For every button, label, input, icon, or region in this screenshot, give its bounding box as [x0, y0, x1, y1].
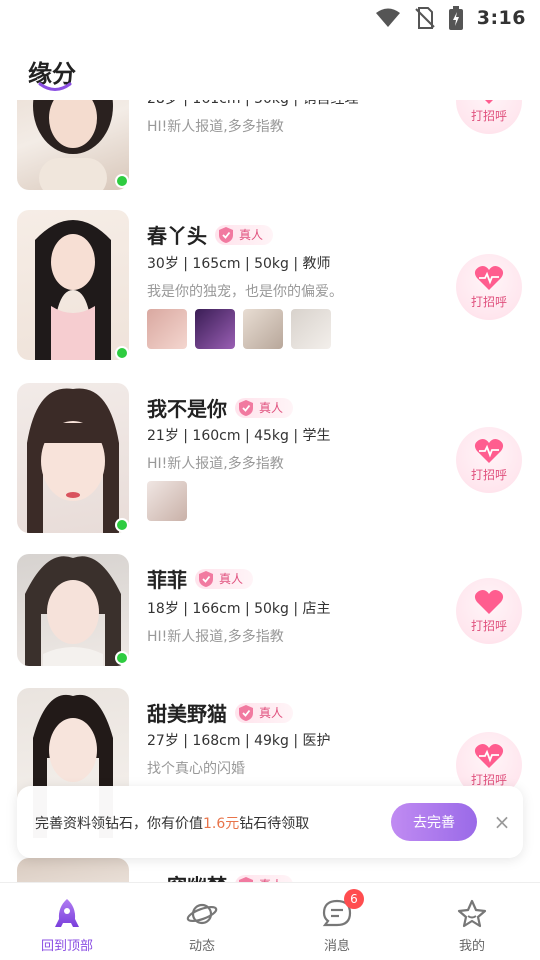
bottom-nav: 回到顶部 动态 6 消息 我的	[0, 882, 540, 960]
profile-card[interactable]: 菲菲 真人 18岁 | 166cm | 50kg | 店主 HI!新人报道,多多…	[0, 554, 540, 666]
greet-button[interactable]: 打招呼	[456, 427, 522, 493]
heartbeat-icon	[474, 265, 504, 290]
heart-icon	[474, 589, 504, 614]
unread-badge: 6	[344, 889, 364, 909]
verified-shield-icon	[239, 704, 253, 721]
profile-name: 春丫头	[147, 224, 207, 248]
avatar[interactable]	[17, 858, 129, 882]
verified-badge: 真人	[235, 702, 294, 723]
verified-badge: 真人	[235, 874, 294, 882]
online-indicator	[115, 518, 129, 532]
photo-thumbnail[interactable]	[291, 309, 331, 349]
close-icon[interactable]: ×	[491, 811, 513, 833]
planet-icon	[186, 903, 218, 925]
profile-info: 18岁 | 166cm | 50kg | 店主	[147, 601, 331, 617]
profile-info: 27岁 | 168cm | 49kg | 医护	[147, 733, 331, 749]
banner-text: 完善资料领钻石，你有价值1.6元钻石待领取	[35, 816, 310, 832]
avatar[interactable]	[17, 554, 129, 666]
profile-info: 30岁 | 165cm | 50kg | 教师	[147, 256, 331, 272]
avatar-photo	[27, 388, 119, 533]
avatar-photo	[25, 556, 121, 666]
photo-thumbnail[interactable]	[147, 309, 187, 349]
battery-icon	[448, 6, 463, 30]
verified-shield-icon	[199, 570, 213, 587]
profile-name: 菲菲	[147, 568, 187, 592]
reward-value: 1.6元	[203, 816, 240, 832]
avatar[interactable]	[17, 210, 129, 360]
profile-bio: 找个真心的闪婚	[147, 761, 245, 777]
heartbeat-icon	[474, 438, 504, 463]
verified-badge: 真人	[195, 568, 254, 589]
tab-messages[interactable]: 6 消息	[287, 889, 387, 954]
photo-thumbnails	[147, 481, 187, 521]
profile-card[interactable]: 小小 真人 28岁 | 161cm | 50kg | 销售经理 HI!新人报道,…	[0, 100, 540, 190]
profile-name: 一帘幽梦	[147, 870, 227, 882]
wifi-icon	[375, 8, 400, 27]
complete-profile-button[interactable]: 去完善	[391, 803, 477, 841]
heartbeat-icon	[485, 100, 493, 104]
status-bar: 3:16	[0, 0, 540, 38]
profile-bio: HI!新人报道,多多指教	[147, 119, 284, 135]
tab-moments[interactable]: 动态	[152, 897, 252, 954]
profile-bio: HI!新人报道,多多指教	[147, 629, 284, 645]
verified-badge: 真人	[215, 224, 274, 245]
profile-bio: 我是你的独宠，也是你的偏爱。	[147, 284, 343, 300]
profile-info: 21岁 | 160cm | 45kg | 学生	[147, 428, 331, 444]
profile-completion-banner: 完善资料领钻石，你有价值1.6元钻石待领取 去完善 ×	[17, 786, 523, 858]
profile-list[interactable]: 小小 真人 28岁 | 161cm | 50kg | 销售经理 HI!新人报道,…	[0, 100, 540, 882]
avatar-photo	[35, 220, 111, 360]
verified-shield-icon	[239, 399, 253, 416]
online-indicator	[115, 174, 129, 188]
star-icon	[457, 899, 487, 928]
profile-card[interactable]: 春丫头 真人 30岁 | 165cm | 50kg | 教师 我是你的独宠，也是…	[0, 210, 540, 360]
rocket-icon	[55, 899, 79, 927]
verified-badge: 真人	[235, 397, 294, 418]
avatar[interactable]	[17, 100, 129, 190]
profile-name: 我不是你	[147, 397, 227, 421]
avatar[interactable]	[17, 383, 129, 533]
clock: 3:16	[476, 7, 526, 29]
profile-card[interactable]: 我不是你 真人 21岁 | 160cm | 45kg | 学生 HI!新人报道,…	[0, 383, 540, 533]
greet-button[interactable]: 打招呼	[456, 100, 522, 134]
photo-thumbnail[interactable]	[243, 309, 283, 349]
no-sim-icon	[415, 7, 435, 29]
photo-thumbnail[interactable]	[147, 481, 187, 521]
verified-shield-icon	[219, 226, 233, 243]
avatar-photo	[33, 100, 113, 190]
app-header: 缘分	[0, 38, 540, 100]
online-indicator	[115, 651, 129, 665]
greet-button[interactable]: 打招呼	[456, 254, 522, 320]
title-underline-decoration	[38, 82, 72, 91]
profile-name: 甜美野猫	[147, 702, 227, 726]
online-indicator	[115, 346, 129, 360]
greet-button[interactable]: 打招呼	[456, 578, 522, 644]
profile-info: 28岁 | 161cm | 50kg | 销售经理	[147, 100, 359, 108]
tab-back-to-top[interactable]: 回到顶部	[17, 897, 117, 954]
tab-profile[interactable]: 我的	[422, 897, 522, 954]
app-screen: 3:16 缘分 小小 真人	[0, 0, 540, 960]
message-icon: 6	[320, 889, 364, 931]
profile-card[interactable]: 一帘幽梦 真人	[0, 858, 540, 882]
photo-thumbnail[interactable]	[195, 309, 235, 349]
profile-bio: HI!新人报道,多多指教	[147, 456, 284, 472]
heartbeat-icon	[474, 743, 504, 768]
photo-thumbnails	[147, 309, 331, 349]
